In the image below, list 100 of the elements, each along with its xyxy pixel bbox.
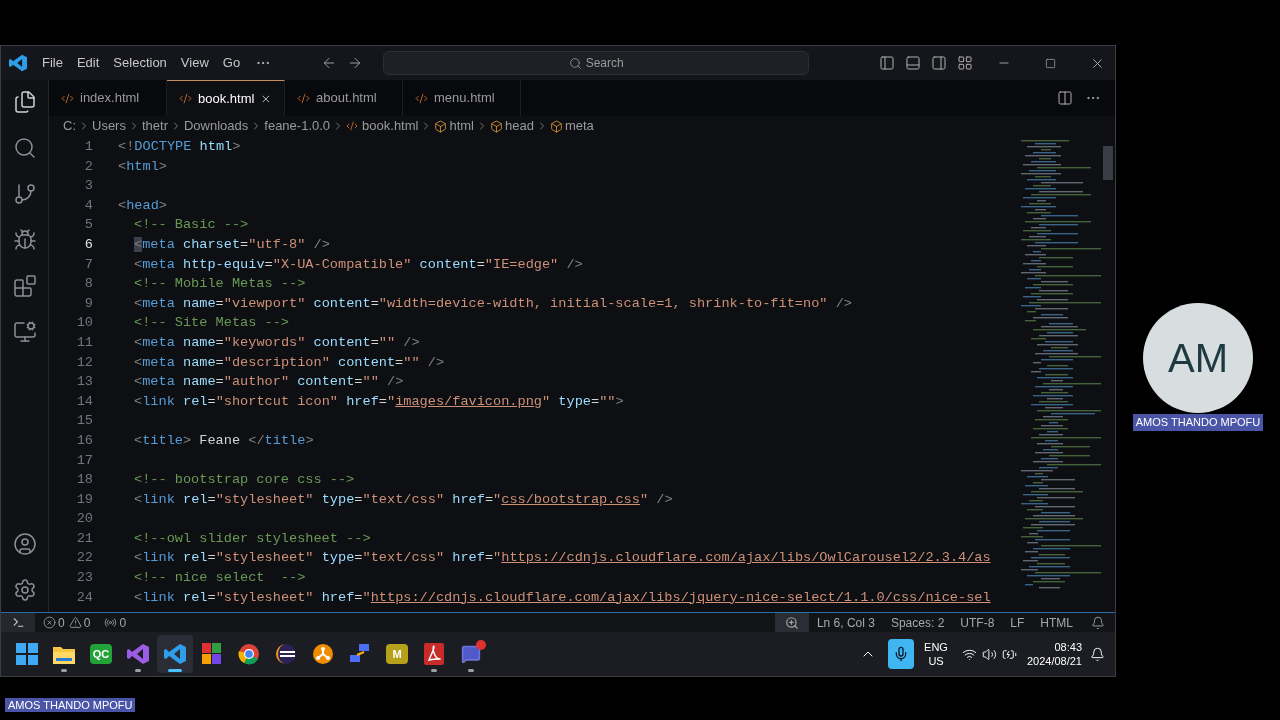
search-icon[interactable]: [12, 136, 37, 160]
zoom-button[interactable]: [774, 613, 809, 632]
microphone-button[interactable]: [888, 639, 915, 669]
colored-squares-icon[interactable]: [202, 643, 222, 665]
monitor-icon[interactable]: [12, 320, 37, 344]
status-item[interactable]: HTML: [1032, 613, 1081, 632]
code-line: <link rel="shortcut icon" href="images/favicon.png" type="">: [134, 392, 624, 411]
code-line: <meta name="viewport" content="width=device-width, initial-scale=1, shrink-to-fit=no" />: [134, 294, 852, 313]
zoom-icon: [784, 615, 799, 630]
split-editor-icon[interactable]: [1057, 90, 1073, 106]
blocks-icon[interactable]: [12, 274, 37, 298]
infinity-ribbon-icon[interactable]: [127, 643, 149, 665]
line-number: 21: [75, 529, 93, 548]
code-line: <!-- bootstrap core css -->: [134, 471, 355, 490]
menu-item[interactable]: Selection: [106, 53, 174, 73]
code-line: <link rel="stylesheet" type="text/css" href="css/bootstrap.css" />: [134, 490, 673, 509]
panel-left-icon[interactable]: [879, 55, 895, 71]
folder-icon[interactable]: [53, 644, 75, 664]
line-number: 15: [75, 412, 93, 431]
line-number: 11: [75, 333, 93, 352]
line-number: 16: [75, 431, 93, 450]
code-line: <link rel="stylesheet" href="https://cdnjs.cloudflare.com/ajax/libs/jquery-nice-select/1.1.0/css/nice-sel: [134, 588, 991, 607]
code-line: <meta http-equiv="X-UA-Compatible" content="IE=edge" />: [134, 255, 583, 274]
code-line: <!-- nice select -->: [134, 569, 306, 588]
line-number: 9: [83, 294, 93, 313]
line-number: 13: [75, 373, 93, 392]
clock-time[interactable]: 08:43: [1054, 640, 1082, 654]
line-number: 20: [75, 510, 93, 529]
scrollbar-thumb[interactable]: [1103, 146, 1113, 180]
error-count[interactable]: 0: [58, 613, 65, 632]
line-number: 6: [83, 235, 93, 254]
chat-app-icon[interactable]: [459, 643, 483, 665]
code-line: <head>: [118, 196, 167, 215]
code-line: <html>: [118, 157, 167, 176]
breadcrumb-item[interactable]: head: [505, 116, 534, 136]
warning-count[interactable]: 0: [83, 613, 91, 632]
status-item[interactable]: Spaces: 2: [882, 613, 953, 632]
line-number: 12: [75, 353, 93, 372]
region-code[interactable]: US: [928, 654, 944, 668]
document-swirl-icon[interactable]: [424, 643, 444, 665]
notification-badge: [476, 640, 486, 650]
menu-item[interactable]: Edit: [69, 53, 107, 73]
status-item[interactable]: UTF-8: [952, 613, 1003, 632]
cube-icon: [434, 119, 448, 133]
ribbon-icon[interactable]: [164, 643, 186, 665]
taskbar-app[interactable]: [157, 635, 193, 673]
layout-icon[interactable]: [957, 55, 973, 71]
breadcrumb-item[interactable]: meta: [564, 116, 594, 136]
breadcrumb-item[interactable]: Downloads: [183, 116, 249, 136]
clock-date[interactable]: 2024/08/21: [1026, 654, 1082, 668]
line-number: 1: [83, 138, 93, 156]
breadcrumb-item[interactable]: book.html: [362, 116, 419, 136]
breadcrumb-item[interactable]: feane-1.0.0: [264, 116, 331, 136]
maximize-icon[interactable]: [1045, 57, 1056, 69]
menu-item[interactable]: File: [35, 53, 70, 73]
editor-tab[interactable]: book.html: [167, 80, 285, 116]
menu-item[interactable]: Go: [215, 53, 248, 73]
notification-icon[interactable]: [1090, 646, 1105, 662]
striped-circle-icon[interactable]: [275, 643, 297, 665]
line-number: 23: [75, 569, 93, 588]
start-icon[interactable]: [16, 643, 38, 665]
breadcrumb-item[interactable]: C:: [63, 116, 76, 136]
panel-right-icon[interactable]: [931, 55, 947, 71]
volume-icon[interactable]: [981, 646, 997, 662]
html-file-icon: [415, 91, 428, 105]
bug-icon[interactable]: [12, 228, 37, 252]
status-item[interactable]: Ln 6, Col 3: [808, 613, 883, 632]
line-number: 24: [75, 588, 93, 607]
remote-button[interactable]: [1, 613, 35, 632]
code-line: <link rel="stylesheet" type="text/css" href="https://cdnjs.cloudflare.com/ajax/libs/OwlCarousel2/2.3.4/as: [134, 549, 991, 568]
app-logo-icon: [9, 54, 27, 72]
network-computers-icon[interactable]: [349, 643, 371, 665]
html-file-icon: [179, 92, 192, 105]
search-icon: [568, 56, 582, 70]
language-code[interactable]: ENG: [924, 640, 948, 654]
bell-icon[interactable]: [1091, 615, 1105, 630]
code-line: <!-- Site Metas -->: [134, 314, 289, 333]
remote-icon: [11, 616, 25, 629]
browser-ring-icon[interactable]: [238, 643, 260, 665]
line-number: 7: [83, 255, 93, 274]
panel-bottom-icon[interactable]: [905, 55, 921, 71]
line-number: 18: [75, 471, 93, 490]
account-icon[interactable]: [12, 532, 37, 556]
branch-icon[interactable]: [12, 182, 37, 206]
line-number: 8: [83, 275, 93, 294]
ports-count[interactable]: 0: [119, 613, 127, 632]
settings-icon[interactable]: [12, 578, 37, 602]
breadcrumb-item[interactable]: thetr: [141, 116, 168, 136]
participant-name: AMOS THANDO MPOFU: [1132, 414, 1264, 431]
files-icon[interactable]: [12, 90, 37, 114]
ports-icon: [104, 616, 118, 629]
status-item[interactable]: LF: [1002, 613, 1033, 632]
breadcrumb-item[interactable]: Users: [92, 116, 126, 136]
cube-icon: [549, 119, 563, 133]
code-line: <meta name="keywords" content="" />: [134, 333, 420, 352]
html-file-icon: [61, 91, 74, 105]
breadcrumb-item[interactable]: html: [449, 116, 474, 136]
search-field[interactable]: Search: [383, 51, 810, 75]
share-nodes-icon[interactable]: [312, 643, 334, 665]
menu-item[interactable]: View: [173, 53, 216, 73]
